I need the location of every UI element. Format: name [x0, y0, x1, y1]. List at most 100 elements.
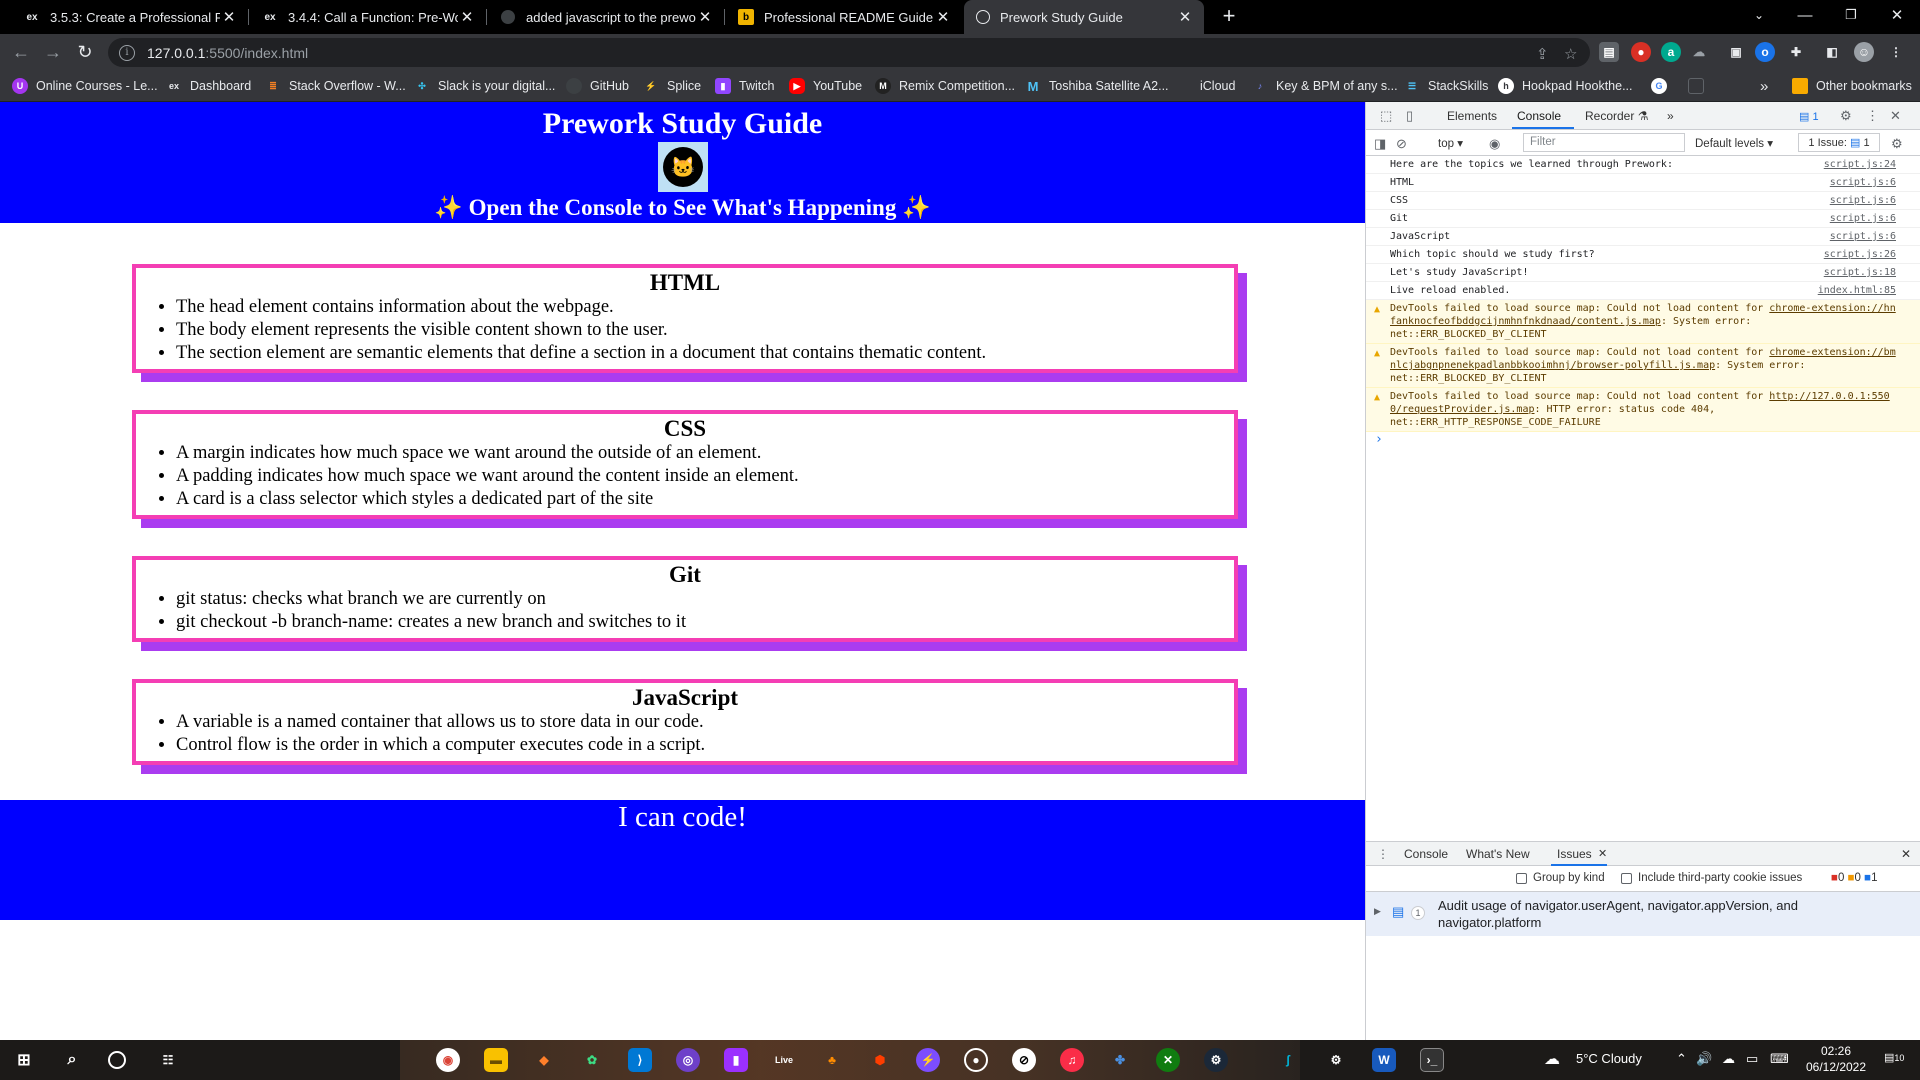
bookmark-item[interactable]: ♪ Key & BPM of any s...: [1252, 76, 1398, 96]
taskbar-app-icon[interactable]: ▮: [724, 1048, 748, 1072]
puzzle-extensions-icon[interactable]: ✚: [1786, 42, 1806, 62]
bookmark-item[interactable]: ⚡ Splice: [643, 76, 701, 96]
tab-search-icon[interactable]: ⌄: [1736, 0, 1782, 30]
bookmark-item[interactable]: M Toshiba Satellite A2...: [1025, 76, 1169, 96]
close-drawer-icon[interactable]: ✕: [1901, 847, 1911, 861]
browser-tab[interactable]: ex 3.4.4: Call a Function: Pre-Work: U ✕: [250, 0, 486, 34]
itunes-icon[interactable]: ♫: [1060, 1048, 1084, 1072]
sidebar-toggle-icon[interactable]: ◨: [1374, 136, 1386, 152]
fl-studio-icon[interactable]: ♣: [820, 1048, 844, 1072]
drawer-tab-issues[interactable]: Issues: [1557, 847, 1592, 861]
close-tab-icon[interactable]: ✕: [220, 8, 238, 26]
file-explorer-icon[interactable]: ▬: [484, 1048, 508, 1072]
screen-extension-icon[interactable]: ▣: [1726, 42, 1746, 62]
third-party-checkbox[interactable]: Include third-party cookie issues: [1621, 872, 1802, 884]
bookmark-star-icon[interactable]: ☆: [1564, 45, 1577, 63]
restore-button[interactable]: ❐: [1828, 0, 1874, 30]
drawer-tab-whats-new[interactable]: What's New: [1466, 847, 1530, 861]
word-icon[interactable]: W: [1372, 1048, 1396, 1072]
taskbar-app-icon[interactable]: ⊘: [1012, 1048, 1036, 1072]
cortana-icon[interactable]: [108, 1051, 126, 1069]
messages-badge[interactable]: ▤ 1: [1799, 110, 1819, 123]
github-desktop-icon[interactable]: ◎: [676, 1048, 700, 1072]
other-bookmarks[interactable]: Other bookmarks: [1792, 76, 1912, 96]
bookmark-item[interactable]: ▶ YouTube: [789, 76, 862, 96]
device-toolbar-icon[interactable]: ▯: [1406, 108, 1413, 124]
bookmark-item[interactable]: [1688, 76, 1712, 96]
console-prompt[interactable]: ›: [1366, 432, 1920, 450]
drawer-tab-console[interactable]: Console: [1404, 847, 1448, 861]
bookmark-item[interactable]: h Hookpad Hookthe...: [1498, 76, 1633, 96]
log-levels-dropdown[interactable]: Default levels ▾: [1695, 136, 1773, 150]
taskbar-app-icon[interactable]: ✿: [580, 1048, 604, 1072]
task-view-icon[interactable]: ☷: [156, 1048, 180, 1072]
bookmark-item[interactable]: ▮ Twitch: [715, 76, 774, 96]
bookmark-item[interactable]: ≣ Stack Overflow - W...: [265, 76, 405, 96]
console-settings-icon[interactable]: ⚙: [1891, 136, 1903, 152]
reload-icon[interactable]: ↻: [72, 39, 98, 65]
cloud-extension-icon[interactable]: ☁: [1689, 42, 1709, 62]
taskbar-app-icon[interactable]: ⚡: [916, 1048, 940, 1072]
taskbar-app-icon[interactable]: ◆: [532, 1048, 556, 1072]
close-window-button[interactable]: ✕: [1874, 0, 1920, 30]
devtools-menu-icon[interactable]: ⋮: [1866, 108, 1879, 124]
browser-tab-active[interactable]: Prework Study Guide ✕: [964, 0, 1204, 34]
onedrive-icon[interactable]: ☁: [1722, 1051, 1735, 1067]
source-link[interactable]: script.js:6: [1830, 212, 1896, 225]
minimize-button[interactable]: —: [1782, 0, 1828, 30]
network-icon[interactable]: ▭: [1746, 1051, 1758, 1067]
taskbar-app-icon[interactable]: ✤: [1108, 1048, 1132, 1072]
group-by-kind-checkbox[interactable]: Group by kind: [1516, 872, 1605, 884]
issues-chip[interactable]: 1 Issue: ▤ 1: [1798, 133, 1880, 152]
chrome-icon[interactable]: ◉: [436, 1048, 460, 1072]
taskbar-app-icon[interactable]: ⬢: [868, 1048, 892, 1072]
expand-triangle-icon[interactable]: ▶: [1374, 906, 1381, 917]
system-clock[interactable]: 02:26 06/12/2022: [1796, 1043, 1876, 1075]
close-tab-icon[interactable]: ✕: [934, 8, 952, 26]
tab-recorder[interactable]: Recorder ⚗: [1585, 109, 1648, 123]
notification-center[interactable]: ▤10: [1884, 1051, 1904, 1064]
source-link[interactable]: script.js:6: [1830, 194, 1896, 207]
tab-elements[interactable]: Elements: [1447, 109, 1497, 123]
extension-icon[interactable]: ▤: [1599, 42, 1619, 62]
tray-chevron-icon[interactable]: ⌃: [1676, 1051, 1687, 1067]
taskbar-app-icon[interactable]: ●: [964, 1048, 988, 1072]
tab-console[interactable]: Console: [1517, 109, 1561, 123]
bookmark-item[interactable]: iCloud: [1176, 76, 1235, 96]
browser-tab[interactable]: ex 3.5.3: Create a Professional Proje ✕: [12, 0, 248, 34]
bookmark-item[interactable]: G: [1651, 76, 1675, 96]
keyboard-icon[interactable]: ⌨: [1770, 1051, 1789, 1067]
source-link[interactable]: script.js:26: [1824, 248, 1896, 261]
extension-icon[interactable]: ●: [1631, 42, 1651, 62]
extension-icon[interactable]: o: [1755, 42, 1775, 62]
bookmarks-overflow-button[interactable]: »: [1760, 76, 1768, 96]
context-selector[interactable]: top ▾: [1438, 136, 1463, 150]
browser-tab[interactable]: added javascript to the prework ✕: [488, 0, 724, 34]
terminal-icon[interactable]: ›_: [1420, 1048, 1444, 1072]
bookmark-item[interactable]: GitHub: [566, 76, 629, 96]
console-filter-input[interactable]: Filter: [1523, 133, 1685, 152]
xbox-icon[interactable]: ✕: [1156, 1048, 1180, 1072]
source-link[interactable]: script.js:24: [1824, 158, 1896, 171]
close-tab-icon[interactable]: ✕: [1176, 8, 1194, 26]
ableton-live-icon[interactable]: Live: [772, 1048, 796, 1072]
close-devtools-icon[interactable]: ✕: [1890, 108, 1901, 124]
bookmark-item[interactable]: U Online Courses - Le...: [12, 76, 158, 96]
search-icon[interactable]: ⌕: [60, 1048, 84, 1072]
settings-gear-icon[interactable]: ⚙: [1324, 1048, 1348, 1072]
source-link[interactable]: script.js:6: [1830, 230, 1896, 243]
clear-console-icon[interactable]: ⊘: [1396, 136, 1407, 152]
vscode-icon[interactable]: ⟩: [628, 1048, 652, 1072]
source-link[interactable]: script.js:6: [1830, 176, 1896, 189]
bookmark-item[interactable]: ex Dashboard: [166, 76, 251, 96]
more-tabs-button[interactable]: »: [1667, 109, 1674, 123]
bookmark-item[interactable]: M Remix Competition...: [875, 76, 1015, 96]
source-link[interactable]: index.html:85: [1818, 284, 1896, 297]
windows-start-icon[interactable]: ⊞: [12, 1048, 36, 1072]
grammarly-icon[interactable]: a: [1661, 42, 1681, 62]
inspect-element-icon[interactable]: ⬚: [1380, 108, 1392, 124]
live-expression-eye-icon[interactable]: ◉: [1489, 136, 1500, 152]
url-text[interactable]: 127.0.0.1:5500/index.html: [147, 45, 308, 61]
drawer-menu-icon[interactable]: ⋮: [1377, 847, 1389, 861]
profile-avatar[interactable]: ☺: [1854, 42, 1874, 62]
